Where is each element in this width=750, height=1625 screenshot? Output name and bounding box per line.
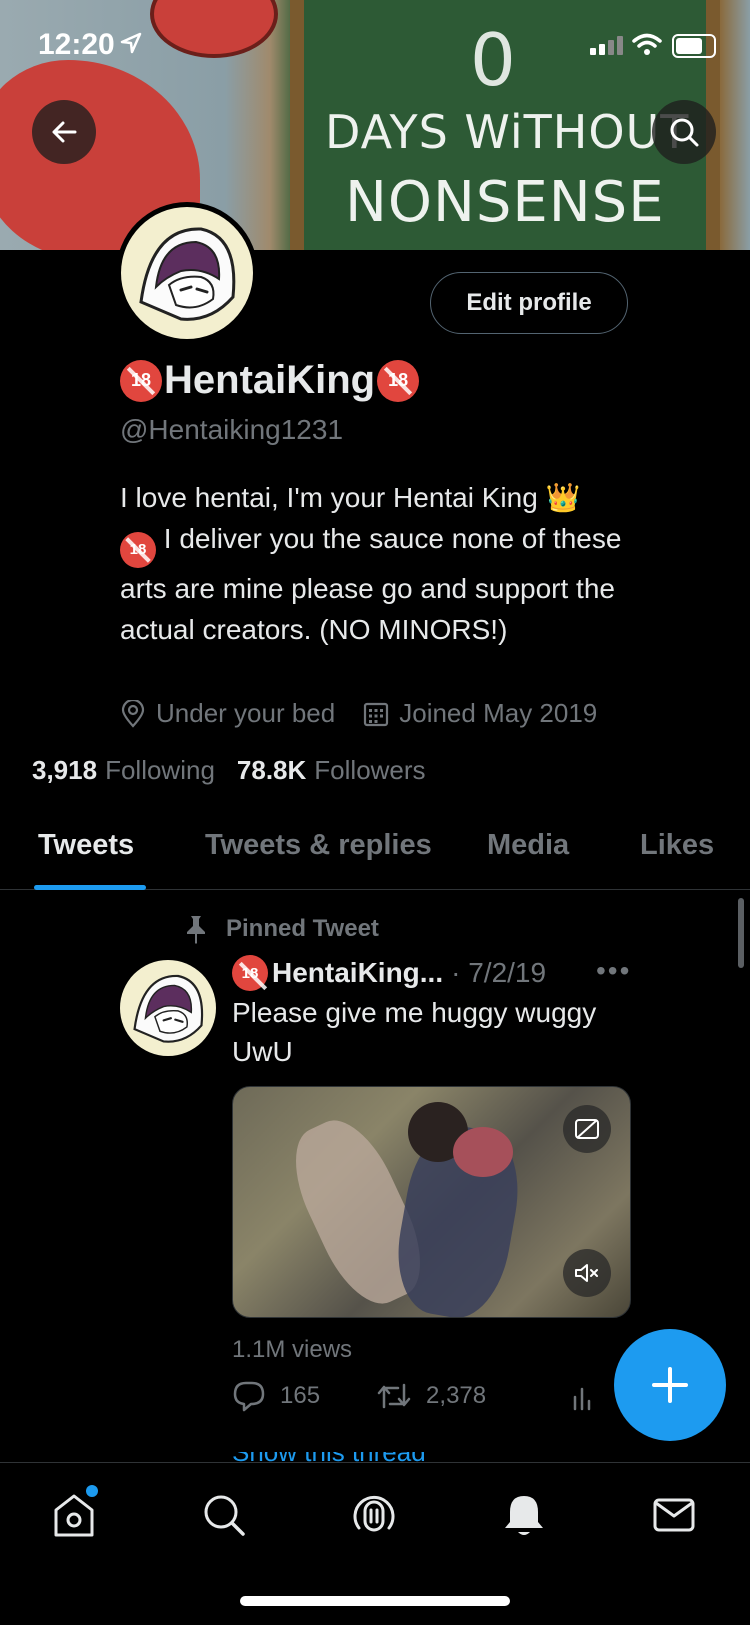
captions-button[interactable] <box>563 1105 611 1153</box>
no-under-18-icon: 18 <box>232 955 268 991</box>
profile-avatar[interactable] <box>116 202 258 344</box>
joined-text: Joined May 2019 <box>399 698 598 728</box>
avatar-art <box>133 974 204 1043</box>
profile-name-row: 18 HentaiKing 18 <box>120 358 420 403</box>
retweet-button[interactable]: 2,378 <box>376 1381 486 1411</box>
calendar-icon <box>364 702 389 726</box>
following-count[interactable]: 3,918 <box>32 755 97 786</box>
tweet-views: 1.1M views <box>232 1336 353 1363</box>
tweet-video[interactable] <box>232 1086 631 1318</box>
profile-location: Under your bed <box>120 698 335 729</box>
followers-count[interactable]: 78.8K <box>237 755 306 786</box>
tweet-header: 18 HentaiKing... · 7/2/19 <box>232 955 546 991</box>
captions-off-icon <box>575 1119 599 1139</box>
profile-bio: I love hentai, I'm your Hentai King 👑 18… <box>120 477 640 650</box>
mute-button[interactable] <box>563 1249 611 1297</box>
video-frame-figure <box>453 1127 513 1177</box>
analytics-icon <box>573 1387 591 1411</box>
profile-name: HentaiKing <box>164 358 376 402</box>
spaces-icon <box>353 1495 395 1532</box>
nav-messages[interactable] <box>650 1491 698 1539</box>
bio-rest: I deliver you the sauce none of these ar… <box>120 523 622 645</box>
analytics-button[interactable] <box>572 1381 596 1411</box>
tab-tweets[interactable]: Tweets <box>38 829 134 862</box>
avatar-image <box>121 207 253 339</box>
nav-explore[interactable] <box>200 1491 248 1539</box>
tab-likes[interactable]: Likes <box>640 829 714 862</box>
retweet-icon <box>377 1383 411 1409</box>
wifi-icon <box>632 33 662 55</box>
followers-label[interactable]: Followers <box>314 755 425 786</box>
scrollbar[interactable] <box>738 898 744 968</box>
status-time: 12:20 <box>38 28 115 61</box>
follow-counts: 3,918 Following 78.8K Followers <box>32 755 448 786</box>
no-under-18-icon: 18 <box>377 359 420 402</box>
reply-icon <box>233 1381 265 1412</box>
pinned-label: Pinned Tweet <box>180 913 379 945</box>
no-under-18-icon: 18 <box>120 359 162 402</box>
tweet-actions: 165 2,378 <box>232 1380 652 1412</box>
banner-sign-line1: DAYS WiTHOUT <box>325 105 690 159</box>
pin-icon <box>187 916 205 944</box>
profile-handle: @Hentaiking1231 <box>120 414 344 445</box>
nav-notifications[interactable] <box>500 1491 548 1539</box>
tab-tweets-replies[interactable]: Tweets & replies <box>205 829 432 862</box>
search-icon <box>204 1495 245 1536</box>
compose-tweet-button[interactable] <box>614 1329 726 1441</box>
status-bar: 12:20 <box>0 0 750 88</box>
search-icon <box>670 118 699 147</box>
home-icon <box>54 1494 94 1537</box>
cellular-signal-icon <box>590 36 623 55</box>
tweet-author-name[interactable]: HentaiKing... <box>272 957 443 989</box>
retweet-count: 2,378 <box>426 1382 487 1409</box>
tweet-text: Please give me huggy wuggy UwU <box>232 997 597 1067</box>
tweet-more-button[interactable]: ••• <box>596 955 631 987</box>
show-thread-link[interactable]: Show this thread <box>232 1452 426 1462</box>
reply-count: 165 <box>280 1382 321 1409</box>
home-indicator[interactable] <box>240 1596 510 1606</box>
search-button[interactable] <box>652 100 716 164</box>
reply-button[interactable]: 165 <box>232 1380 320 1412</box>
tweet-date[interactable]: · 7/2/19 <box>451 957 546 989</box>
pinned-tweet-label: Pinned Tweet <box>226 915 379 942</box>
home-notification-dot <box>86 1485 98 1497</box>
edit-profile-button[interactable]: Edit profile <box>430 272 628 334</box>
following-label[interactable]: Following <box>105 755 215 786</box>
back-button[interactable] <box>32 100 96 164</box>
profile-tabs: Tweets Tweets & replies Media Likes <box>0 815 750 890</box>
active-tab-indicator <box>34 885 146 890</box>
profile-joined: Joined May 2019 <box>363 698 597 729</box>
tweet-avatar[interactable] <box>120 960 216 1056</box>
location-arrow-icon <box>120 32 142 54</box>
no-under-18-icon: 18 <box>120 531 156 568</box>
tab-media[interactable]: Media <box>487 829 569 862</box>
arrow-left-icon <box>52 121 77 143</box>
mail-icon <box>653 1498 695 1532</box>
plus-icon <box>652 1367 688 1403</box>
nav-home[interactable] <box>50 1491 98 1539</box>
bell-icon <box>505 1496 543 1535</box>
avatar-art <box>139 227 236 321</box>
location-text: Under your bed <box>156 698 336 728</box>
bio-line1: I love hentai, I'm your Hentai King 👑 <box>120 482 581 513</box>
nav-spaces[interactable] <box>350 1491 398 1539</box>
battery-icon <box>672 34 716 58</box>
profile-meta: Under your bed Joined May 2019 <box>120 698 625 729</box>
volume-muted-icon <box>575 1264 598 1282</box>
map-pin-icon <box>121 699 145 728</box>
banner-sign-line2: NONSENSE <box>345 170 665 235</box>
